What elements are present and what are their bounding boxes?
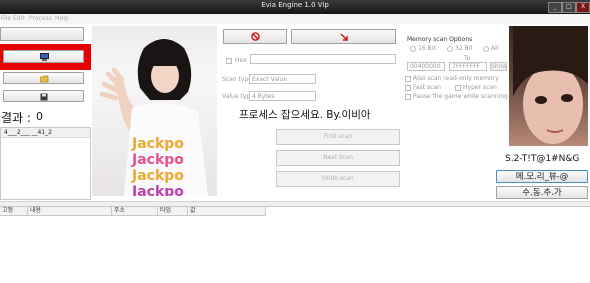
menu-bar: File Edit Process Help	[0, 14, 590, 24]
girl-photo-image: Jackpo Jackpo Jackpo Jackpo	[99, 39, 208, 196]
computer-icon	[40, 53, 49, 61]
folder-open-icon	[40, 75, 49, 83]
menu-file[interactable]: File	[1, 14, 11, 24]
svg-text:Jackpo: Jackpo	[131, 168, 184, 184]
svg-text:Jackpo: Jackpo	[131, 152, 184, 168]
close-button[interactable]: X	[576, 2, 590, 13]
fast-scan-checkbox[interactable]	[405, 85, 411, 91]
minimize-button[interactable]: _	[548, 2, 562, 13]
scan-type-value: Exact Value	[252, 76, 288, 83]
menu-edit[interactable]: Edit	[13, 14, 25, 24]
address-table[interactable]: 고정 내용 주소 타입 값	[0, 206, 590, 283]
svg-text:Jackpo: Jackpo	[131, 136, 184, 152]
title-bar: Evia Engine 1.0 Vip _ □ X	[0, 0, 590, 14]
to-label: To	[464, 55, 471, 62]
scan-type-select[interactable]: Exact Value	[249, 74, 316, 84]
menu-process[interactable]: Process	[29, 14, 52, 24]
col-description[interactable]: 내용	[28, 207, 112, 215]
list-item[interactable]: 4___2___ __41_2	[1, 128, 90, 138]
undo-scan-button[interactable]: Undo scan	[276, 171, 400, 187]
maximize-button[interactable]: □	[562, 2, 576, 13]
hyper-scan-checkbox[interactable]	[455, 85, 461, 91]
bits-all-label: All	[491, 45, 499, 52]
hex-label: Hex	[235, 57, 247, 64]
to-address-input[interactable]: 7FFFFFFF	[449, 62, 487, 71]
col-address[interactable]: 주소	[112, 207, 158, 215]
next-scan-arrow-button[interactable]	[291, 29, 396, 44]
svg-text:Jackpo: Jackpo	[131, 184, 184, 196]
bits-all-radio[interactable]	[483, 46, 489, 52]
add-address-manually-button[interactable]: 수.동.추.가	[496, 186, 588, 199]
show-button[interactable]: Show	[490, 62, 507, 71]
floppy-disk-icon	[40, 93, 48, 101]
bits-16-radio[interactable]	[410, 46, 416, 52]
save-file-button[interactable]	[3, 90, 84, 102]
girl-closeup-image	[513, 26, 588, 144]
address-table-header: 고정 내용 주소 타입 값	[0, 207, 266, 216]
hex-checkbox[interactable]	[226, 58, 232, 64]
bits-16-label: 16 Bit	[418, 45, 436, 52]
status-message: 프로세스 잡으세요. By.이비아	[239, 109, 371, 121]
top-left-button[interactable]	[0, 27, 84, 41]
bits-32-radio[interactable]	[447, 46, 453, 52]
open-file-button[interactable]	[3, 72, 84, 84]
value-type-value: 4 Bytes	[252, 93, 275, 100]
col-type[interactable]: 타입	[158, 207, 188, 215]
engine-id-text: S.2-T!T@1#N&G	[505, 154, 580, 164]
new-scan-button[interactable]	[223, 29, 287, 44]
menu-help[interactable]: Help	[55, 14, 69, 24]
readonly-label: Also scan read-only memory	[413, 75, 499, 82]
first-scan-button[interactable]: First scan	[276, 129, 400, 145]
window-title: Evia Engine 1.0 Vip	[261, 1, 329, 9]
result-count: 0	[36, 110, 43, 123]
value-type-select[interactable]: 4 Bytes	[249, 91, 316, 101]
bits-32-label: 32 Bit	[455, 45, 473, 52]
found-address-list[interactable]: 4___2___ __41_2	[0, 127, 91, 200]
pause-game-checkbox[interactable]	[405, 94, 411, 100]
from-address-input[interactable]: 00400000	[407, 62, 445, 71]
readonly-checkbox[interactable]	[405, 76, 411, 82]
next-scan-button[interactable]: Next scan	[276, 150, 400, 166]
col-freeze[interactable]: 고정	[0, 207, 28, 215]
scan-type-label: Scan type	[222, 76, 252, 83]
fast-scan-label: Fast scan	[413, 84, 441, 91]
red-arrow-icon	[340, 33, 348, 41]
hyper-scan-label: Hyper scan	[463, 84, 497, 91]
character-photo: Jackpo Jackpo Jackpo Jackpo	[92, 26, 217, 196]
profile-photo	[509, 26, 588, 146]
scan-value-input[interactable]	[250, 54, 396, 64]
pause-game-label: Pause the game while scanning	[413, 93, 508, 100]
no-entry-icon	[251, 32, 260, 41]
select-process-button[interactable]	[3, 50, 84, 63]
memory-options-title: Memory scan Options	[407, 36, 473, 43]
memory-view-button[interactable]: 메.모.리_뷰-@	[496, 170, 588, 183]
col-value[interactable]: 값	[188, 207, 266, 215]
result-label: 결과 :	[1, 111, 31, 125]
